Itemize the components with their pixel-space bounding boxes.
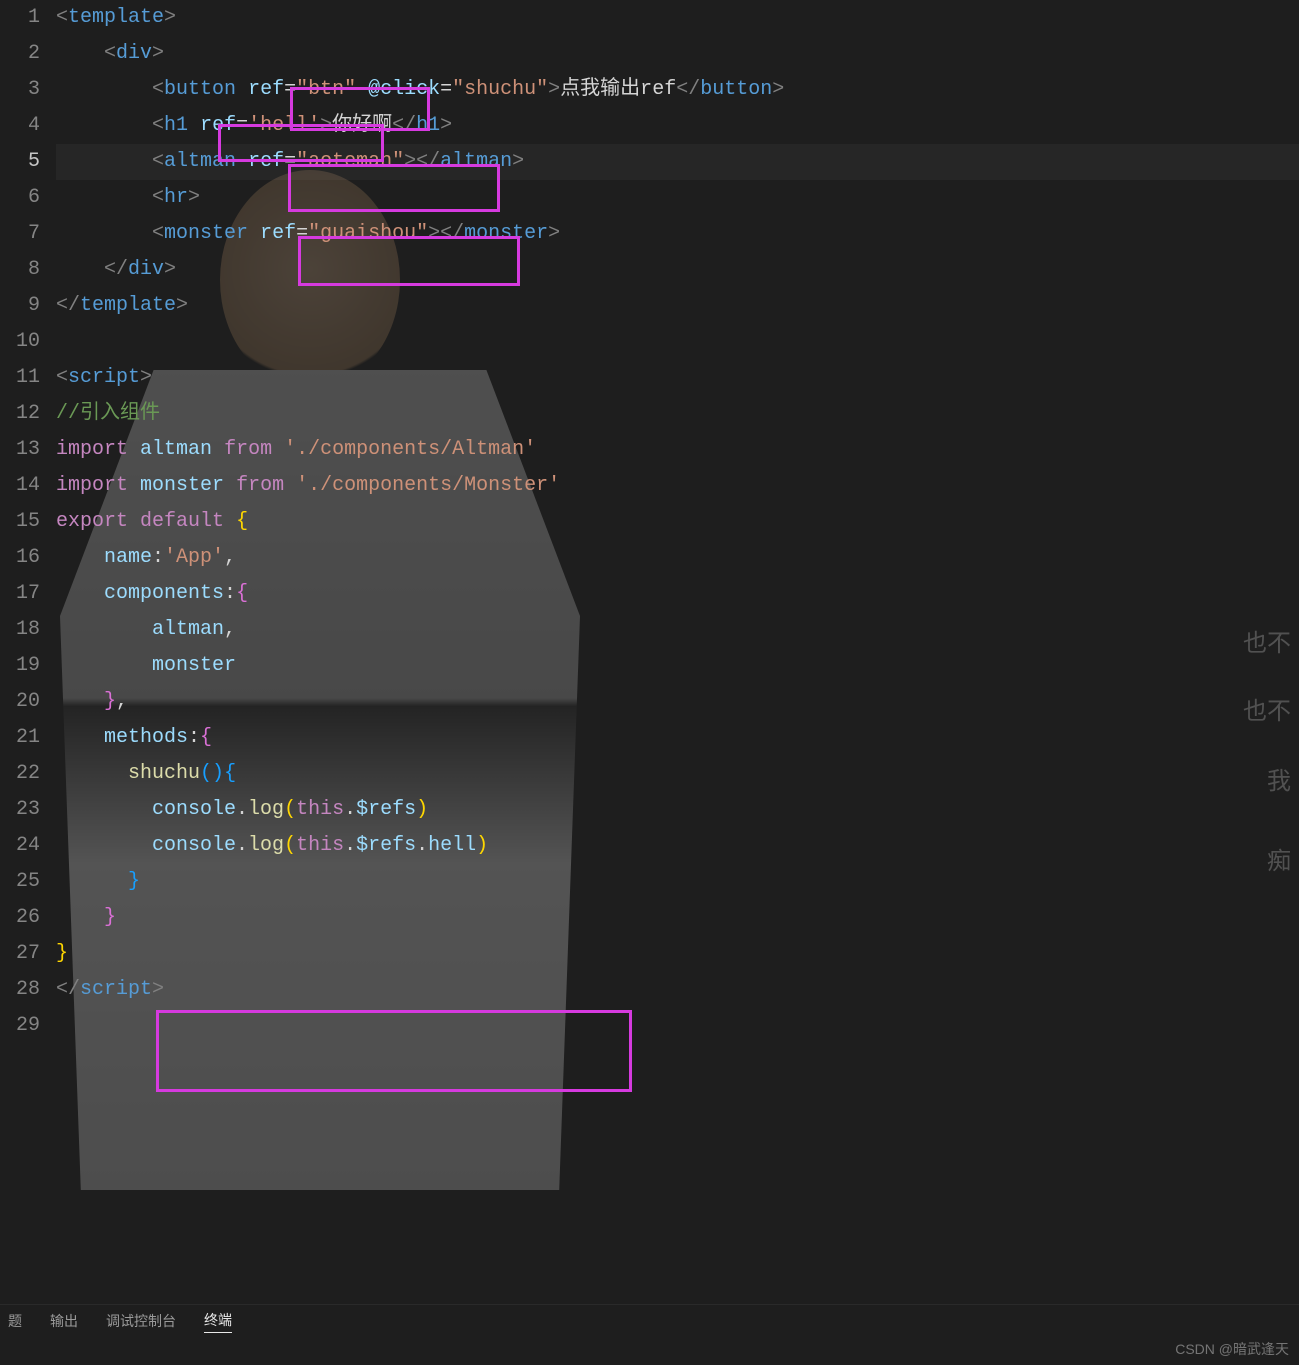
line-number: 3 bbox=[0, 72, 40, 108]
line-number: 5 bbox=[0, 144, 40, 180]
line-number: 12 bbox=[0, 396, 40, 432]
line-number: 27 bbox=[0, 936, 40, 972]
code-line[interactable]: <template> bbox=[56, 0, 1299, 36]
line-number: 13 bbox=[0, 432, 40, 468]
line-number: 2 bbox=[0, 36, 40, 72]
line-number: 1 bbox=[0, 0, 40, 36]
line-number: 22 bbox=[0, 756, 40, 792]
code-line[interactable]: } bbox=[56, 864, 1299, 900]
code-line[interactable]: //引入组件 bbox=[56, 396, 1299, 432]
code-line[interactable]: </div> bbox=[56, 252, 1299, 288]
background-lyric: 也不 bbox=[1243, 632, 1291, 656]
code-line[interactable]: console.log(this.$refs) bbox=[56, 792, 1299, 828]
code-line[interactable]: <script> bbox=[56, 360, 1299, 396]
line-number: 14 bbox=[0, 468, 40, 504]
line-number-gutter: 1234567891011121314151617181920212223242… bbox=[0, 0, 50, 1305]
background-lyric: 我 bbox=[1267, 770, 1291, 794]
line-number: 10 bbox=[0, 324, 40, 360]
background-lyric: 也不 bbox=[1243, 700, 1291, 724]
code-line[interactable]: <hr> bbox=[56, 180, 1299, 216]
code-line[interactable]: export default { bbox=[56, 504, 1299, 540]
code-line[interactable]: }, bbox=[56, 684, 1299, 720]
line-number: 9 bbox=[0, 288, 40, 324]
code-line[interactable]: } bbox=[56, 936, 1299, 972]
code-line[interactable]: <h1 ref='hell'>你好啊</h1> bbox=[56, 108, 1299, 144]
line-number: 8 bbox=[0, 252, 40, 288]
code-line[interactable]: </script> bbox=[56, 972, 1299, 1008]
code-line[interactable]: altman, bbox=[56, 612, 1299, 648]
code-line[interactable]: import monster from './components/Monste… bbox=[56, 468, 1299, 504]
bottom-panel-tabs: 题 输出 调试控制台 终端 bbox=[0, 1304, 1299, 1337]
line-number: 20 bbox=[0, 684, 40, 720]
watermark: CSDN @暗武逢天 bbox=[1175, 1339, 1289, 1359]
code-line[interactable]: </template> bbox=[56, 288, 1299, 324]
line-number: 6 bbox=[0, 180, 40, 216]
line-number: 23 bbox=[0, 792, 40, 828]
line-number: 17 bbox=[0, 576, 40, 612]
code-line[interactable]: } bbox=[56, 900, 1299, 936]
panel-tab-problems[interactable]: 题 bbox=[8, 1311, 22, 1331]
panel-tab-debug-console[interactable]: 调试控制台 bbox=[106, 1311, 176, 1331]
line-number: 11 bbox=[0, 360, 40, 396]
line-number: 28 bbox=[0, 972, 40, 1008]
code-line[interactable]: <altman ref="aoteman"></altman> bbox=[56, 144, 1299, 180]
code-editor[interactable]: 1234567891011121314151617181920212223242… bbox=[0, 0, 1299, 1305]
code-line[interactable]: methods:{ bbox=[56, 720, 1299, 756]
background-lyric: 痴 bbox=[1267, 850, 1291, 874]
line-number: 24 bbox=[0, 828, 40, 864]
code-line[interactable]: import altman from './components/Altman' bbox=[56, 432, 1299, 468]
line-number: 15 bbox=[0, 504, 40, 540]
code-line[interactable]: console.log(this.$refs.hell) bbox=[56, 828, 1299, 864]
code-line[interactable] bbox=[56, 1008, 1299, 1044]
panel-tab-terminal[interactable]: 终端 bbox=[204, 1310, 232, 1333]
code-line[interactable]: <button ref="btn" @click="shuchu">点我输出re… bbox=[56, 72, 1299, 108]
code-line[interactable]: shuchu(){ bbox=[56, 756, 1299, 792]
line-number: 16 bbox=[0, 540, 40, 576]
code-line[interactable]: <div> bbox=[56, 36, 1299, 72]
code-line[interactable]: monster bbox=[56, 648, 1299, 684]
code-line[interactable]: components:{ bbox=[56, 576, 1299, 612]
line-number: 4 bbox=[0, 108, 40, 144]
line-number: 18 bbox=[0, 612, 40, 648]
line-number: 19 bbox=[0, 648, 40, 684]
line-number: 25 bbox=[0, 864, 40, 900]
panel-tab-output[interactable]: 输出 bbox=[50, 1311, 78, 1331]
line-number: 29 bbox=[0, 1008, 40, 1044]
line-number: 26 bbox=[0, 900, 40, 936]
line-number: 21 bbox=[0, 720, 40, 756]
code-line[interactable] bbox=[56, 324, 1299, 360]
code-line[interactable]: name:'App', bbox=[56, 540, 1299, 576]
code-area[interactable]: <template> <div> <button ref="btn" @clic… bbox=[50, 0, 1299, 1305]
code-line[interactable]: <monster ref="guaishou"></monster> bbox=[56, 216, 1299, 252]
line-number: 7 bbox=[0, 216, 40, 252]
